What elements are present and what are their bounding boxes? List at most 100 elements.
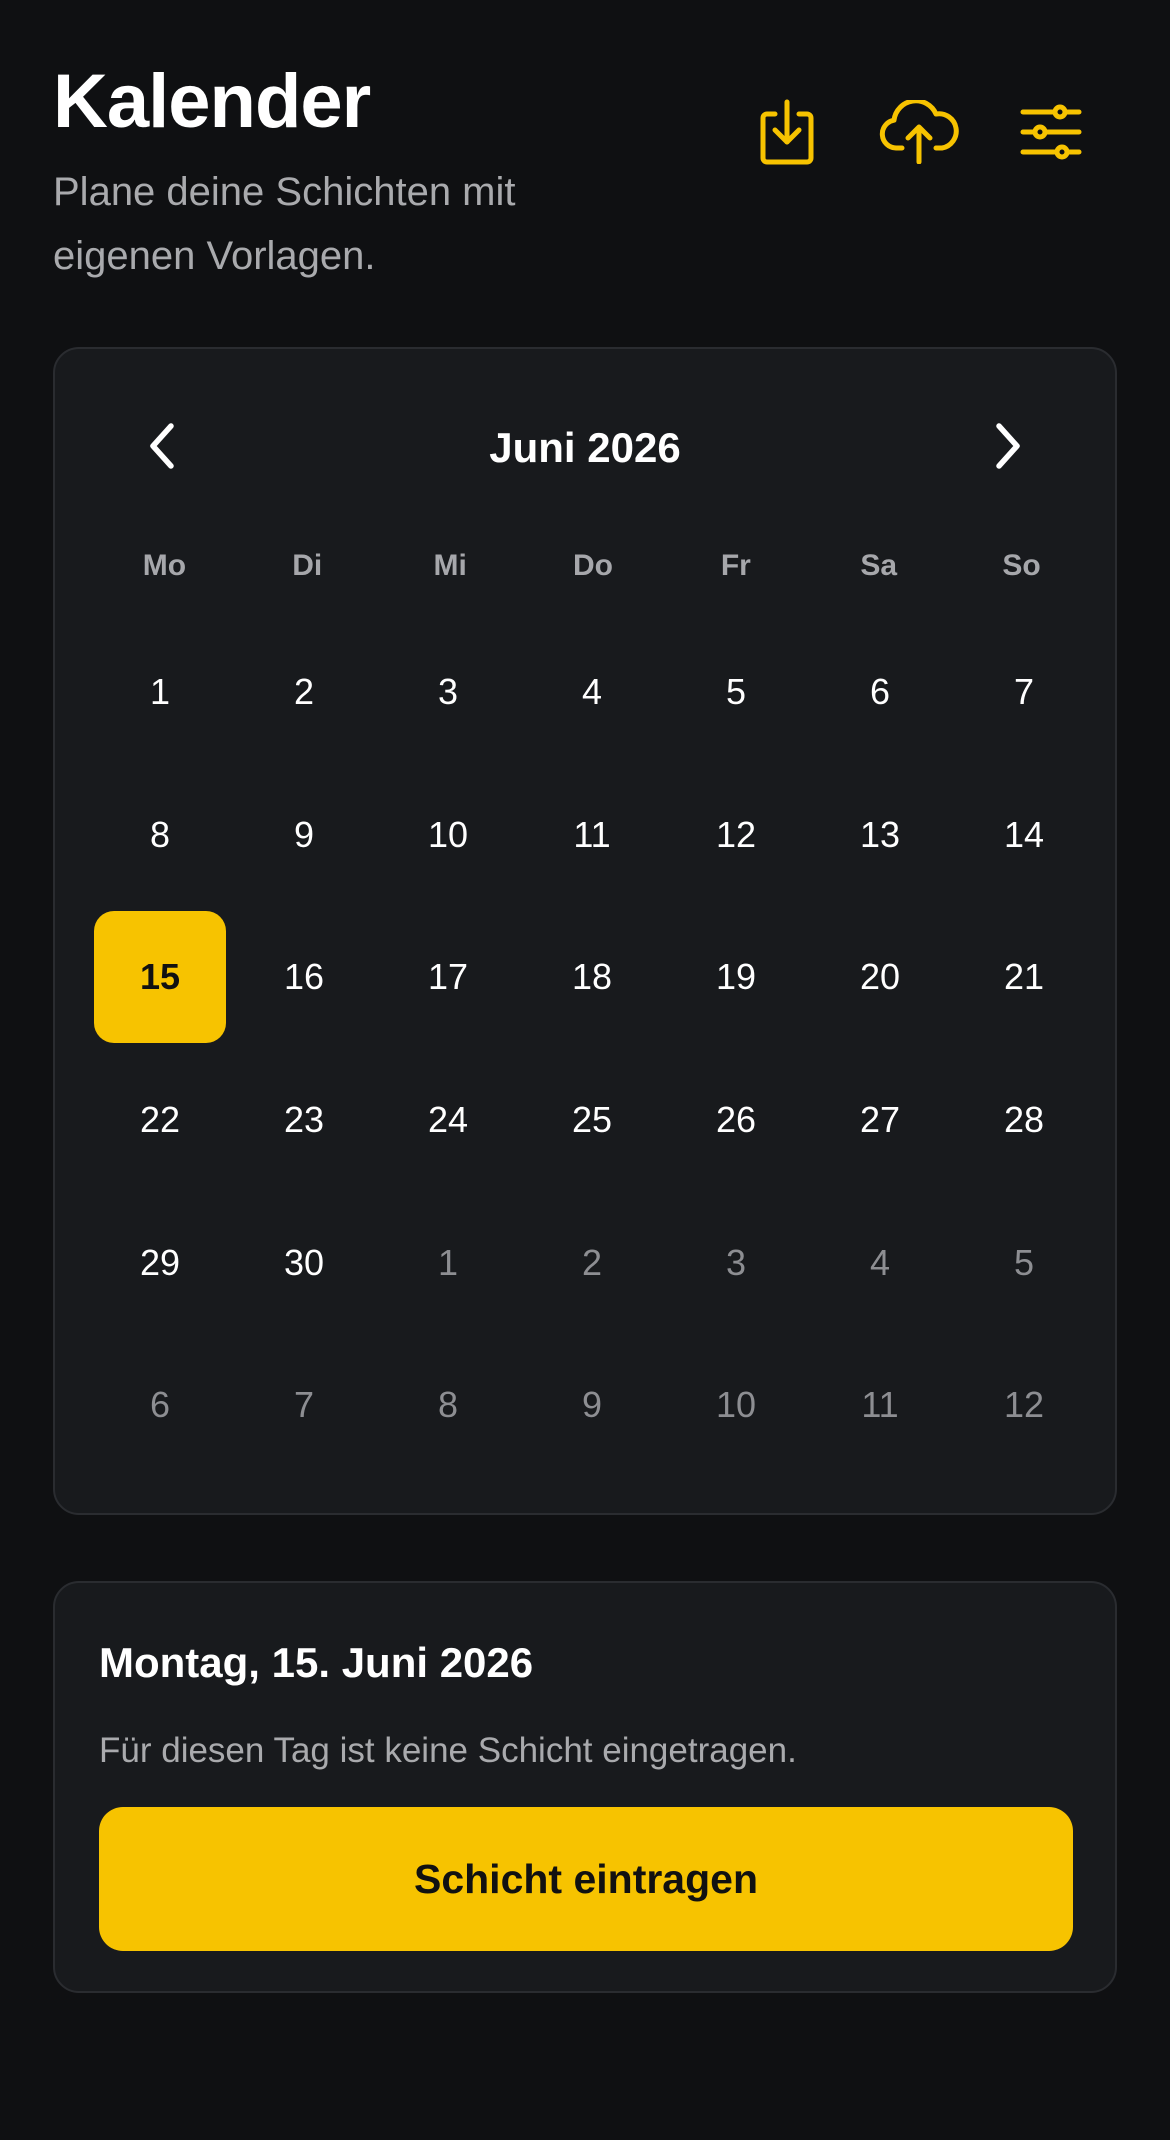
weekday-label: Mi (433, 549, 467, 582)
download-icon (757, 98, 817, 166)
calendar-card: Juni 2026 Mo Di Mi Do Fr Sa So 123456789… (53, 347, 1117, 1515)
upload-button[interactable] (853, 84, 985, 180)
calendar-day[interactable]: 20 (808, 906, 952, 1049)
day-number: 6 (869, 671, 891, 713)
page-header: Kalender Plane deine Schichten mit eigen… (53, 56, 1117, 296)
calendar-day[interactable]: 1 (88, 621, 232, 764)
day-number: 11 (573, 813, 611, 855)
calendar-day[interactable]: 5 (952, 1191, 1096, 1334)
calendar-day[interactable]: 28 (952, 1049, 1096, 1192)
calendar-day[interactable]: 8 (376, 1334, 520, 1477)
add-shift-button[interactable]: Schicht eintragen (99, 1807, 1073, 1951)
calendar-day[interactable]: 12 (952, 1334, 1096, 1477)
calendar-day[interactable]: 29 (88, 1191, 232, 1334)
day-number: 8 (437, 1384, 459, 1426)
calendar-day-selected[interactable]: 15 (88, 906, 232, 1049)
day-number: 13 (859, 813, 901, 855)
weekday-label: Di (292, 549, 323, 582)
day-number: 1 (149, 671, 171, 713)
day-number: 15 (94, 911, 226, 1044)
day-number: 20 (859, 956, 901, 998)
day-number: 5 (1013, 1241, 1035, 1283)
day-number: 8 (149, 813, 171, 855)
day-number: 28 (1003, 1099, 1045, 1141)
calendar-day[interactable]: 3 (664, 1191, 808, 1334)
calendar-day[interactable]: 21 (952, 906, 1096, 1049)
day-number: 9 (581, 1384, 603, 1426)
calendar-day[interactable]: 11 (808, 1334, 952, 1477)
calendar-day[interactable]: 23 (232, 1049, 376, 1192)
calendar-day[interactable]: 7 (232, 1334, 376, 1477)
day-number: 17 (427, 956, 469, 998)
day-number: 3 (725, 1241, 747, 1283)
calendar-day[interactable]: 26 (664, 1049, 808, 1192)
calendar-day[interactable]: 13 (808, 764, 952, 907)
month-label: Juni 2026 (489, 424, 681, 471)
calendar-day[interactable]: 2 (520, 1191, 664, 1334)
weekday-label: Fr (720, 549, 751, 582)
calendar-day[interactable]: 4 (520, 621, 664, 764)
calendar-day[interactable]: 4 (808, 1191, 952, 1334)
calendar-day[interactable]: 17 (376, 906, 520, 1049)
calendar-day[interactable]: 3 (376, 621, 520, 764)
calendar-day[interactable]: 10 (664, 1334, 808, 1477)
calendar-day[interactable]: 5 (664, 621, 808, 764)
calendar-day[interactable]: 9 (232, 764, 376, 907)
day-number: 2 (581, 1241, 603, 1283)
weekday-label: Mo (142, 549, 187, 582)
day-number: 1 (437, 1241, 459, 1283)
calendar-navigation: Juni 2026 (55, 409, 1115, 487)
day-number: 12 (715, 813, 757, 855)
day-number: 7 (293, 1384, 315, 1426)
day-number: 19 (715, 956, 757, 998)
calendar-day[interactable]: 6 (808, 621, 952, 764)
calendar-day[interactable]: 1 (376, 1191, 520, 1334)
calendar-day[interactable]: 10 (376, 764, 520, 907)
calendar-day[interactable]: 27 (808, 1049, 952, 1192)
calendar-day[interactable]: 18 (520, 906, 664, 1049)
calendar-days-grid: 1 2 3 4 5 6 7 8 9 10 11 12 13 14 15 16 17 18 19 20 21 22 23 24 2… (88, 621, 1096, 1477)
day-number: 4 (581, 671, 603, 713)
page-subtitle: Plane deine Schichten mit eigenen Vorlag… (53, 170, 516, 278)
day-number: 2 (293, 671, 315, 713)
calendar-day[interactable]: 7 (952, 621, 1096, 764)
day-number: 12 (1003, 1384, 1045, 1426)
calendar-day[interactable]: 22 (88, 1049, 232, 1192)
chevron-right-icon (993, 422, 1023, 475)
day-number: 26 (715, 1099, 757, 1141)
day-number: 23 (283, 1099, 325, 1141)
no-shift-message: Für diesen Tag ist keine Schicht eingetr… (99, 1731, 797, 1770)
weekday-label: Sa (860, 549, 898, 582)
day-number: 25 (571, 1099, 613, 1141)
calendar-day[interactable]: 2 (232, 621, 376, 764)
day-number: 10 (427, 813, 469, 855)
calendar-day[interactable]: 19 (664, 906, 808, 1049)
settings-button[interactable] (985, 84, 1117, 180)
calendar-day[interactable]: 24 (376, 1049, 520, 1192)
day-detail-card: Montag, 15. Juni 2026 Für diesen Tag ist… (53, 1581, 1117, 1993)
sliders-icon (1020, 104, 1082, 160)
page-title: Kalender (53, 59, 371, 144)
next-month-button[interactable] (969, 409, 1047, 487)
day-number: 5 (725, 671, 747, 713)
day-number: 4 (869, 1241, 891, 1283)
calendar-day[interactable]: 25 (520, 1049, 664, 1192)
calendar-day[interactable]: 14 (952, 764, 1096, 907)
day-number: 9 (293, 813, 315, 855)
day-number: 7 (1013, 671, 1035, 713)
day-number: 10 (715, 1384, 757, 1426)
weekday-label: Do (572, 549, 613, 582)
calendar-day[interactable]: 16 (232, 906, 376, 1049)
download-button[interactable] (721, 84, 853, 180)
calendar-day[interactable]: 8 (88, 764, 232, 907)
calendar-day[interactable]: 12 (664, 764, 808, 907)
day-number: 22 (139, 1099, 181, 1141)
calendar-day[interactable]: 11 (520, 764, 664, 907)
day-number: 27 (859, 1099, 901, 1141)
selected-date-label: Montag, 15. Juni 2026 (99, 1639, 534, 1686)
calendar-day[interactable]: 6 (88, 1334, 232, 1477)
calendar-day[interactable]: 30 (232, 1191, 376, 1334)
weekday-header: Mo Di Mi Do Fr Sa So (93, 541, 1093, 591)
day-number: 3 (437, 671, 459, 713)
calendar-day[interactable]: 9 (520, 1334, 664, 1477)
